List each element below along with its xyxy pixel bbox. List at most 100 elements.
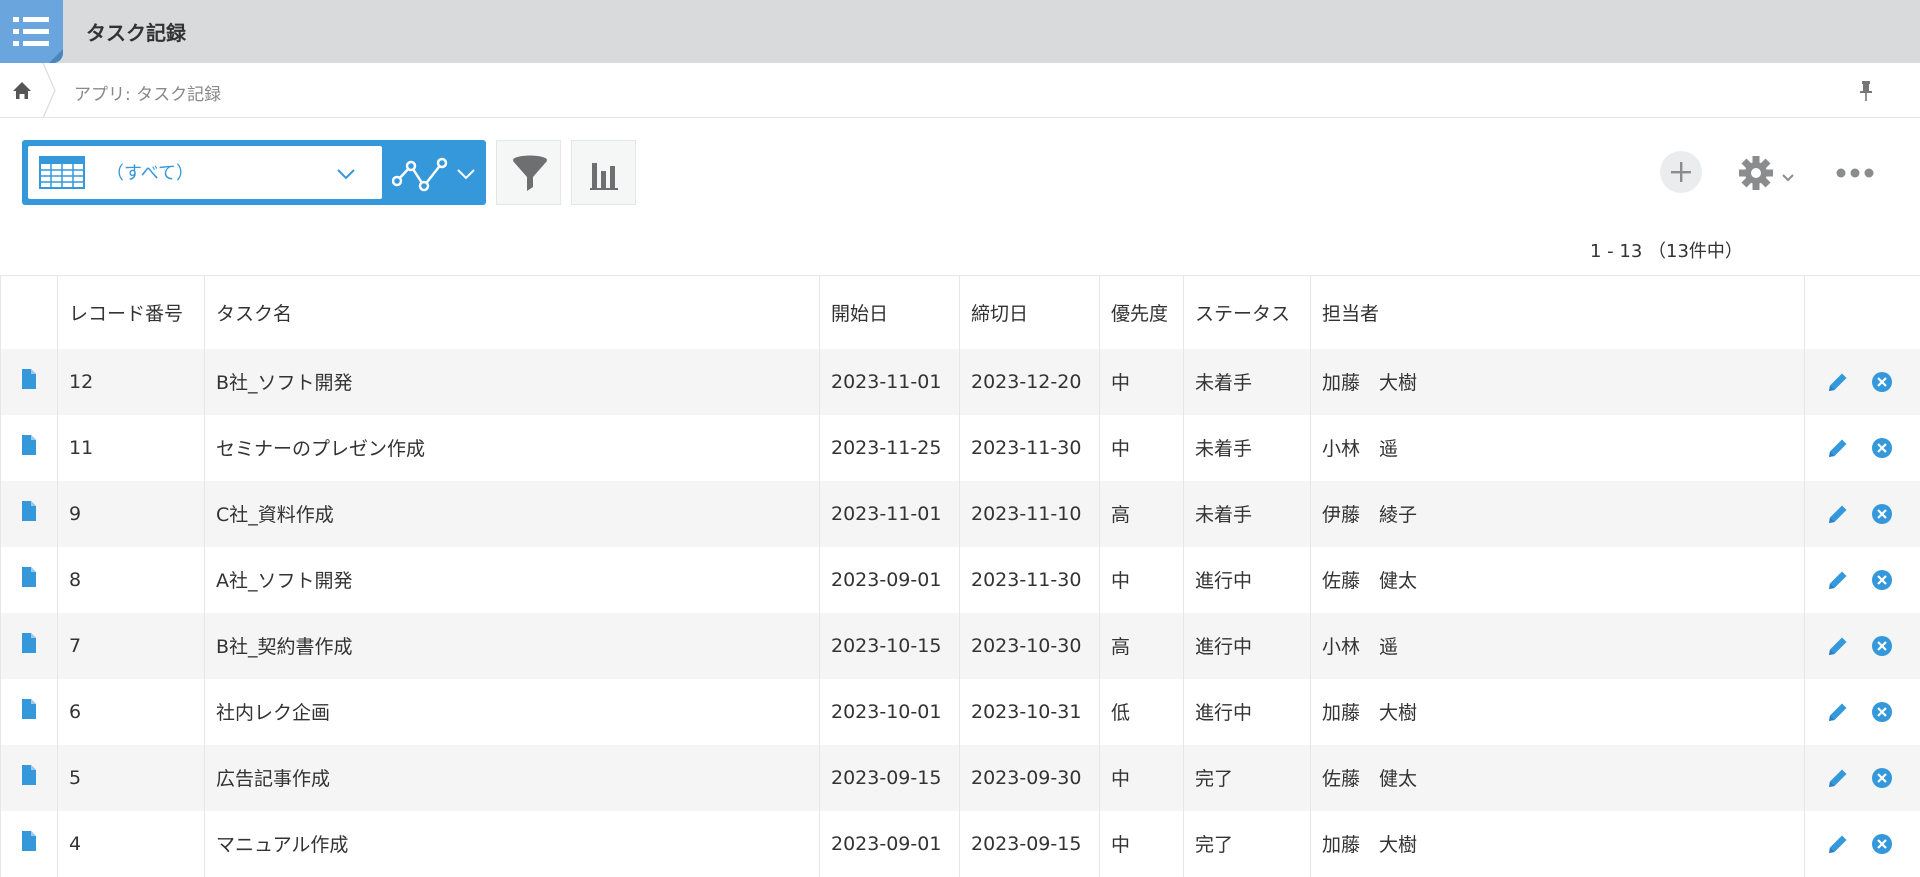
record-detail-cell[interactable]: [1, 811, 58, 877]
table-row: 7 B社_契約書作成 2023-10-15 2023-10-30 高 進行中 小…: [1, 613, 1920, 679]
assignee-cell: 佐藤 健太: [1311, 547, 1805, 613]
pencil-icon[interactable]: [1826, 832, 1850, 856]
pencil-icon[interactable]: [1826, 370, 1850, 394]
table-view-icon: [39, 156, 85, 193]
start-date-cell: 2023-11-01: [820, 481, 960, 547]
list-icon[interactable]: [0, 0, 63, 63]
column-header[interactable]: タスク名: [205, 276, 820, 349]
start-date-cell: 2023-11-25: [820, 415, 960, 481]
task-name-cell: A社_ソフト開発: [205, 547, 820, 613]
view-label: （すべて）: [106, 159, 194, 185]
pencil-icon[interactable]: [1826, 568, 1850, 592]
record-table: レコード番号 タスク名 開始日 締切日 優先度 ステータス 担当者 12 B社_…: [0, 275, 1920, 877]
record-id-cell: 6: [58, 679, 205, 745]
pencil-icon[interactable]: [1826, 634, 1850, 658]
due-date-cell: 2023-12-20: [960, 349, 1100, 415]
due-date-cell: 2023-09-30: [960, 745, 1100, 811]
due-date-cell: 2023-11-30: [960, 415, 1100, 481]
graph-select[interactable]: [382, 140, 486, 205]
document-icon[interactable]: [21, 435, 37, 460]
start-date-cell: 2023-09-01: [820, 811, 960, 877]
pencil-icon[interactable]: [1826, 436, 1850, 460]
close-circle-icon[interactable]: [1871, 635, 1893, 657]
column-header-actions: [1805, 276, 1920, 349]
table-row: 8 A社_ソフト開発 2023-09-01 2023-11-30 中 進行中 佐…: [1, 547, 1920, 613]
priority-cell: 中: [1100, 547, 1184, 613]
assignee-cell: 加藤 大樹: [1311, 679, 1805, 745]
record-detail-cell[interactable]: [1, 481, 58, 547]
record-detail-cell[interactable]: [1, 415, 58, 481]
record-id-cell: 5: [58, 745, 205, 811]
column-header[interactable]: 担当者: [1311, 276, 1805, 349]
close-circle-icon[interactable]: [1871, 371, 1893, 393]
actions-cell: [1805, 745, 1920, 811]
filter-icon: [511, 154, 549, 198]
table-row: 9 C社_資料作成 2023-11-01 2023-11-10 高 未着手 伊藤…: [1, 481, 1920, 547]
actions-cell: [1805, 613, 1920, 679]
actions-cell: [1805, 679, 1920, 745]
record-id-cell: 4: [58, 811, 205, 877]
column-header[interactable]: レコード番号: [58, 276, 205, 349]
close-circle-icon[interactable]: [1871, 767, 1893, 789]
status-cell: 未着手: [1184, 349, 1311, 415]
task-name-cell: B社_契約書作成: [205, 613, 820, 679]
column-header[interactable]: 優先度: [1100, 276, 1184, 349]
close-circle-icon[interactable]: [1871, 701, 1893, 723]
add-record-button[interactable]: [1660, 151, 1702, 193]
assignee-cell: 加藤 大樹: [1311, 349, 1805, 415]
record-id-cell: 9: [58, 481, 205, 547]
close-circle-icon[interactable]: [1871, 569, 1893, 591]
column-header[interactable]: 締切日: [960, 276, 1100, 349]
record-detail-cell[interactable]: [1, 613, 58, 679]
table-row: 4 マニュアル作成 2023-09-01 2023-09-15 中 完了 加藤 …: [1, 811, 1920, 877]
column-header[interactable]: 開始日: [820, 276, 960, 349]
task-name-cell: 社内レク企画: [205, 679, 820, 745]
settings-button[interactable]: [1737, 152, 1801, 194]
priority-cell: 中: [1100, 811, 1184, 877]
document-icon[interactable]: [21, 765, 37, 790]
pencil-icon[interactable]: [1826, 502, 1850, 526]
plus-icon: [1669, 160, 1693, 188]
record-detail-cell[interactable]: [1, 349, 58, 415]
actions-cell: [1805, 415, 1920, 481]
app-title: タスク記録: [86, 17, 186, 46]
bar-chart-icon: [590, 157, 620, 195]
start-date-cell: 2023-09-15: [820, 745, 960, 811]
document-icon[interactable]: [21, 369, 37, 394]
document-icon[interactable]: [21, 633, 37, 658]
filter-button[interactable]: [496, 140, 561, 205]
pin-icon[interactable]: [1852, 77, 1880, 105]
priority-cell: 中: [1100, 745, 1184, 811]
record-id-cell: 11: [58, 415, 205, 481]
task-name-cell: マニュアル作成: [205, 811, 820, 877]
record-id-cell: 8: [58, 547, 205, 613]
record-id-cell: 7: [58, 613, 205, 679]
pencil-icon[interactable]: [1826, 766, 1850, 790]
document-icon[interactable]: [21, 831, 37, 856]
view-select[interactable]: （すべて）: [28, 146, 382, 199]
pencil-icon[interactable]: [1826, 700, 1850, 724]
more-button[interactable]: [1835, 157, 1875, 187]
task-name-cell: B社_ソフト開発: [205, 349, 820, 415]
document-icon[interactable]: [21, 699, 37, 724]
status-cell: 進行中: [1184, 547, 1311, 613]
breadcrumb-app-link[interactable]: アプリ: タスク記録: [74, 80, 221, 105]
close-circle-icon[interactable]: [1871, 503, 1893, 525]
record-detail-cell[interactable]: [1, 745, 58, 811]
document-icon[interactable]: [21, 501, 37, 526]
task-name-cell: 広告記事作成: [205, 745, 820, 811]
document-icon[interactable]: [21, 567, 37, 592]
due-date-cell: 2023-10-30: [960, 613, 1100, 679]
close-circle-icon[interactable]: [1871, 437, 1893, 459]
priority-cell: 中: [1100, 415, 1184, 481]
column-header[interactable]: ステータス: [1184, 276, 1311, 349]
chevron-down-icon: [1781, 168, 1795, 187]
status-cell: 進行中: [1184, 613, 1311, 679]
close-circle-icon[interactable]: [1871, 833, 1893, 855]
chart-button[interactable]: [571, 140, 636, 205]
app-header: タスク記録: [0, 0, 1920, 63]
table-row: 11 セミナーのプレゼン作成 2023-11-25 2023-11-30 中 未…: [1, 415, 1920, 481]
record-count: 1 - 13 （13件中）: [1590, 237, 1743, 263]
record-detail-cell[interactable]: [1, 679, 58, 745]
record-detail-cell[interactable]: [1, 547, 58, 613]
